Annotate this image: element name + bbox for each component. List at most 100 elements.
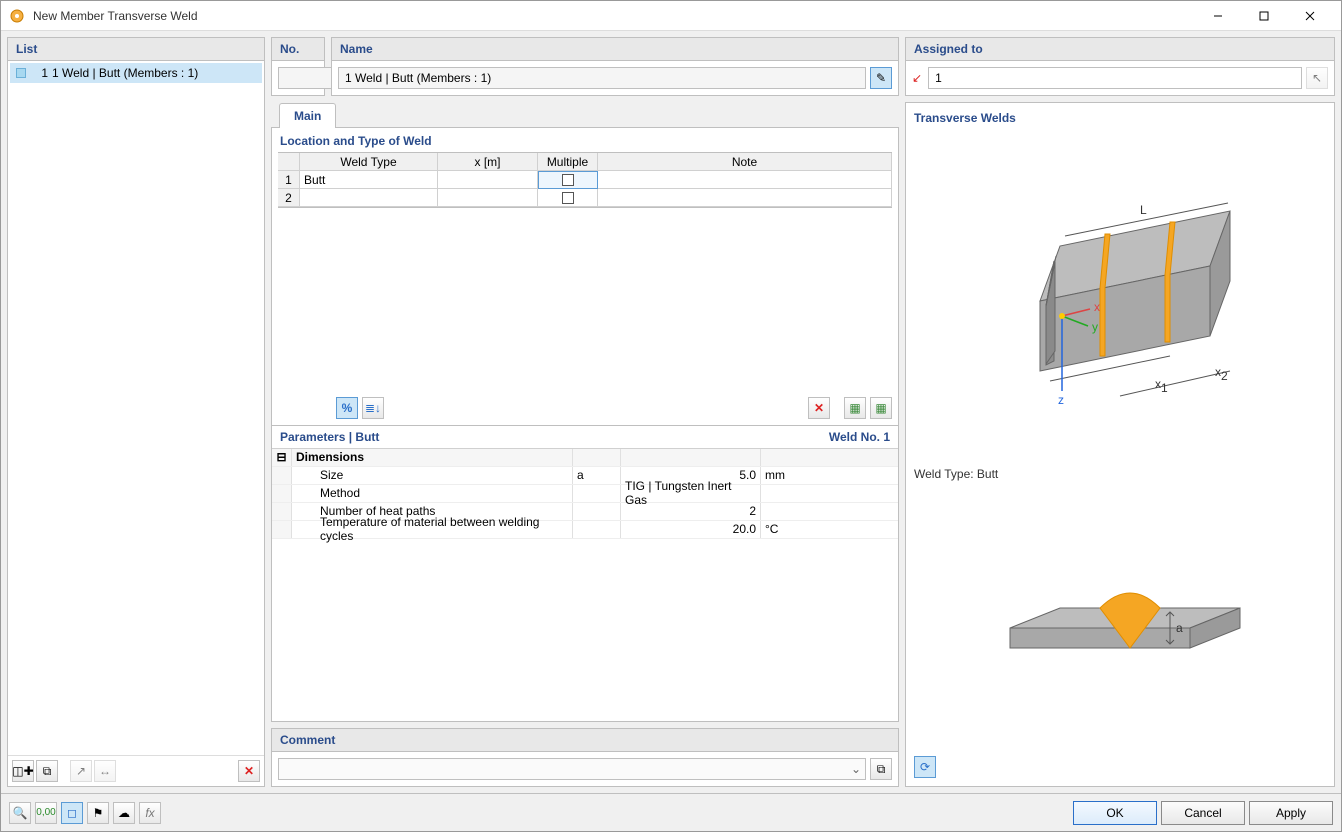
window-title: New Member Transverse Weld bbox=[33, 9, 1195, 23]
cell-note[interactable] bbox=[598, 189, 892, 207]
include-button[interactable]: ↗ bbox=[70, 760, 92, 782]
list-item-num: 1 bbox=[30, 66, 48, 80]
parameters-body: ⊟ Dimensions Size a 5.0 mm bbox=[272, 448, 898, 539]
ok-button[interactable]: OK bbox=[1073, 801, 1157, 825]
color-swatch bbox=[16, 68, 26, 78]
list-header: List bbox=[8, 38, 264, 61]
table-row[interactable]: 1 Butt bbox=[278, 171, 892, 189]
no-header: No. bbox=[272, 38, 324, 61]
comment-panel: Comment ⌄ ⧉ bbox=[271, 728, 899, 787]
refresh-preview-button[interactable]: ⟳ bbox=[914, 756, 936, 778]
checkbox[interactable] bbox=[562, 174, 574, 186]
tab-main[interactable]: Main bbox=[279, 103, 336, 128]
list-item-label: 1 Weld | Butt (Members : 1) bbox=[52, 66, 198, 80]
param-group[interactable]: ⊟ Dimensions bbox=[272, 449, 898, 467]
loc-col-note: Note bbox=[598, 153, 892, 171]
grid2-button[interactable]: ▦ bbox=[870, 397, 892, 419]
param-value[interactable]: 20.0 bbox=[620, 521, 760, 538]
new-item-button[interactable]: ◫✚ bbox=[12, 760, 34, 782]
new-icon: ◫✚ bbox=[12, 764, 33, 778]
titlebar: New Member Transverse Weld bbox=[1, 1, 1341, 31]
cell-mult[interactable] bbox=[538, 171, 598, 189]
no-panel: No. bbox=[271, 37, 325, 96]
minimize-button[interactable] bbox=[1195, 1, 1241, 31]
param-row[interactable]: Method TIG | Tungsten Inert Gas bbox=[272, 485, 898, 503]
edit-icon: ✎ bbox=[876, 71, 886, 85]
location-table: Weld Type x [m] Multiple Note 1 Butt bbox=[278, 152, 892, 208]
collapse-icon[interactable]: ⊟ bbox=[272, 449, 292, 466]
grid1-button[interactable]: ▦ bbox=[844, 397, 866, 419]
name-panel: Name ✎ bbox=[331, 37, 899, 96]
flag-button[interactable]: ⚑ bbox=[87, 802, 109, 824]
fx-button[interactable]: fx bbox=[139, 802, 161, 824]
sort-button[interactable]: ≣↓ bbox=[362, 397, 384, 419]
svg-text:z: z bbox=[1058, 393, 1064, 407]
location-toolbar: % ≣↓ ✕ ▦ ▦ bbox=[272, 391, 898, 425]
cell-x[interactable] bbox=[438, 171, 538, 189]
preview-title: Transverse Welds bbox=[914, 111, 1326, 125]
pick-button[interactable]: ↖ bbox=[1306, 67, 1328, 89]
comment-copy-button[interactable]: ⧉ bbox=[870, 758, 892, 780]
cell-type[interactable]: Butt bbox=[300, 171, 438, 189]
percent-button[interactable]: % bbox=[336, 397, 358, 419]
preview-caption: Weld Type: Butt bbox=[914, 467, 1326, 481]
param-label: Temperature of material between welding … bbox=[292, 521, 572, 538]
cell-note[interactable] bbox=[598, 171, 892, 189]
delete-list-button[interactable]: ✕ bbox=[238, 760, 260, 782]
name-input[interactable] bbox=[338, 67, 866, 89]
edit-name-button[interactable]: ✎ bbox=[870, 67, 892, 89]
duplicate-icon: ⧉ bbox=[43, 764, 52, 779]
include-icon: ↗ bbox=[76, 764, 86, 778]
svg-text:x: x bbox=[1094, 300, 1100, 314]
table-row[interactable]: 2 bbox=[278, 189, 892, 207]
svg-text:L: L bbox=[1140, 203, 1147, 217]
link-icon: ↔ bbox=[99, 764, 111, 778]
search-button[interactable]: 🔍 bbox=[9, 802, 31, 824]
link-button[interactable]: ↔ bbox=[94, 760, 116, 782]
units-button[interactable]: 0,00 bbox=[35, 802, 57, 824]
param-row[interactable]: Size a 5.0 mm bbox=[272, 467, 898, 485]
cancel-button[interactable]: Cancel bbox=[1161, 801, 1245, 825]
view-icon: ◻ bbox=[67, 806, 77, 820]
assigned-panel: Assigned to ↙ ↖ bbox=[905, 37, 1335, 96]
svg-text:a: a bbox=[1176, 621, 1183, 635]
cloud-button[interactable]: ☁ bbox=[113, 802, 135, 824]
assigned-header: Assigned to bbox=[906, 38, 1334, 61]
group-label: Dimensions bbox=[292, 449, 572, 466]
cell-mult[interactable] bbox=[538, 189, 598, 207]
refresh-icon: ⟳ bbox=[920, 760, 930, 774]
param-row[interactable]: Temperature of material between welding … bbox=[272, 521, 898, 539]
units-icon: 0,00 bbox=[36, 807, 55, 818]
list-item[interactable]: 1 1 Weld | Butt (Members : 1) bbox=[10, 63, 262, 83]
member-icon: ↙ bbox=[912, 71, 922, 85]
param-value[interactable]: 2 bbox=[620, 503, 760, 520]
svg-text:x2: x2 bbox=[1215, 365, 1228, 383]
comment-header: Comment bbox=[272, 729, 898, 752]
delete-row-button[interactable]: ✕ bbox=[808, 397, 830, 419]
flag-icon: ⚑ bbox=[93, 806, 104, 820]
close-button[interactable] bbox=[1287, 1, 1333, 31]
grid-icon: ▦ bbox=[849, 401, 860, 415]
list-panel: List 1 1 Weld | Butt (Members : 1) ◫✚ ⧉ … bbox=[7, 37, 265, 787]
param-label: Method bbox=[292, 485, 572, 502]
maximize-button[interactable] bbox=[1241, 1, 1287, 31]
view-button[interactable]: ◻ bbox=[61, 802, 83, 824]
apply-button[interactable]: Apply bbox=[1249, 801, 1333, 825]
parameters-section: Parameters | Butt Weld No. 1 ⊟ Dimension… bbox=[272, 425, 898, 539]
checkbox[interactable] bbox=[562, 192, 574, 204]
weld-no-label: Weld No. 1 bbox=[829, 430, 890, 444]
cell-x[interactable] bbox=[438, 189, 538, 207]
copy-icon: ⧉ bbox=[877, 762, 886, 777]
preview-section: a bbox=[914, 485, 1326, 752]
bottom-toolbar: 🔍 0,00 ◻ ⚑ ☁ fx OK Cancel Apply bbox=[1, 793, 1341, 831]
assigned-input[interactable] bbox=[928, 67, 1302, 89]
cell-type[interactable] bbox=[300, 189, 438, 207]
percent-icon: % bbox=[342, 401, 353, 415]
duplicate-button[interactable]: ⧉ bbox=[36, 760, 58, 782]
parameters-title: Parameters | Butt bbox=[280, 430, 829, 444]
main-panel: Location and Type of Weld Weld Type x [m… bbox=[271, 127, 899, 722]
param-value[interactable]: TIG | Tungsten Inert Gas bbox=[620, 485, 760, 502]
loc-col-mult: Multiple bbox=[538, 153, 598, 171]
comment-combo[interactable]: ⌄ bbox=[278, 758, 866, 780]
grid-icon: ▦ bbox=[875, 401, 886, 415]
